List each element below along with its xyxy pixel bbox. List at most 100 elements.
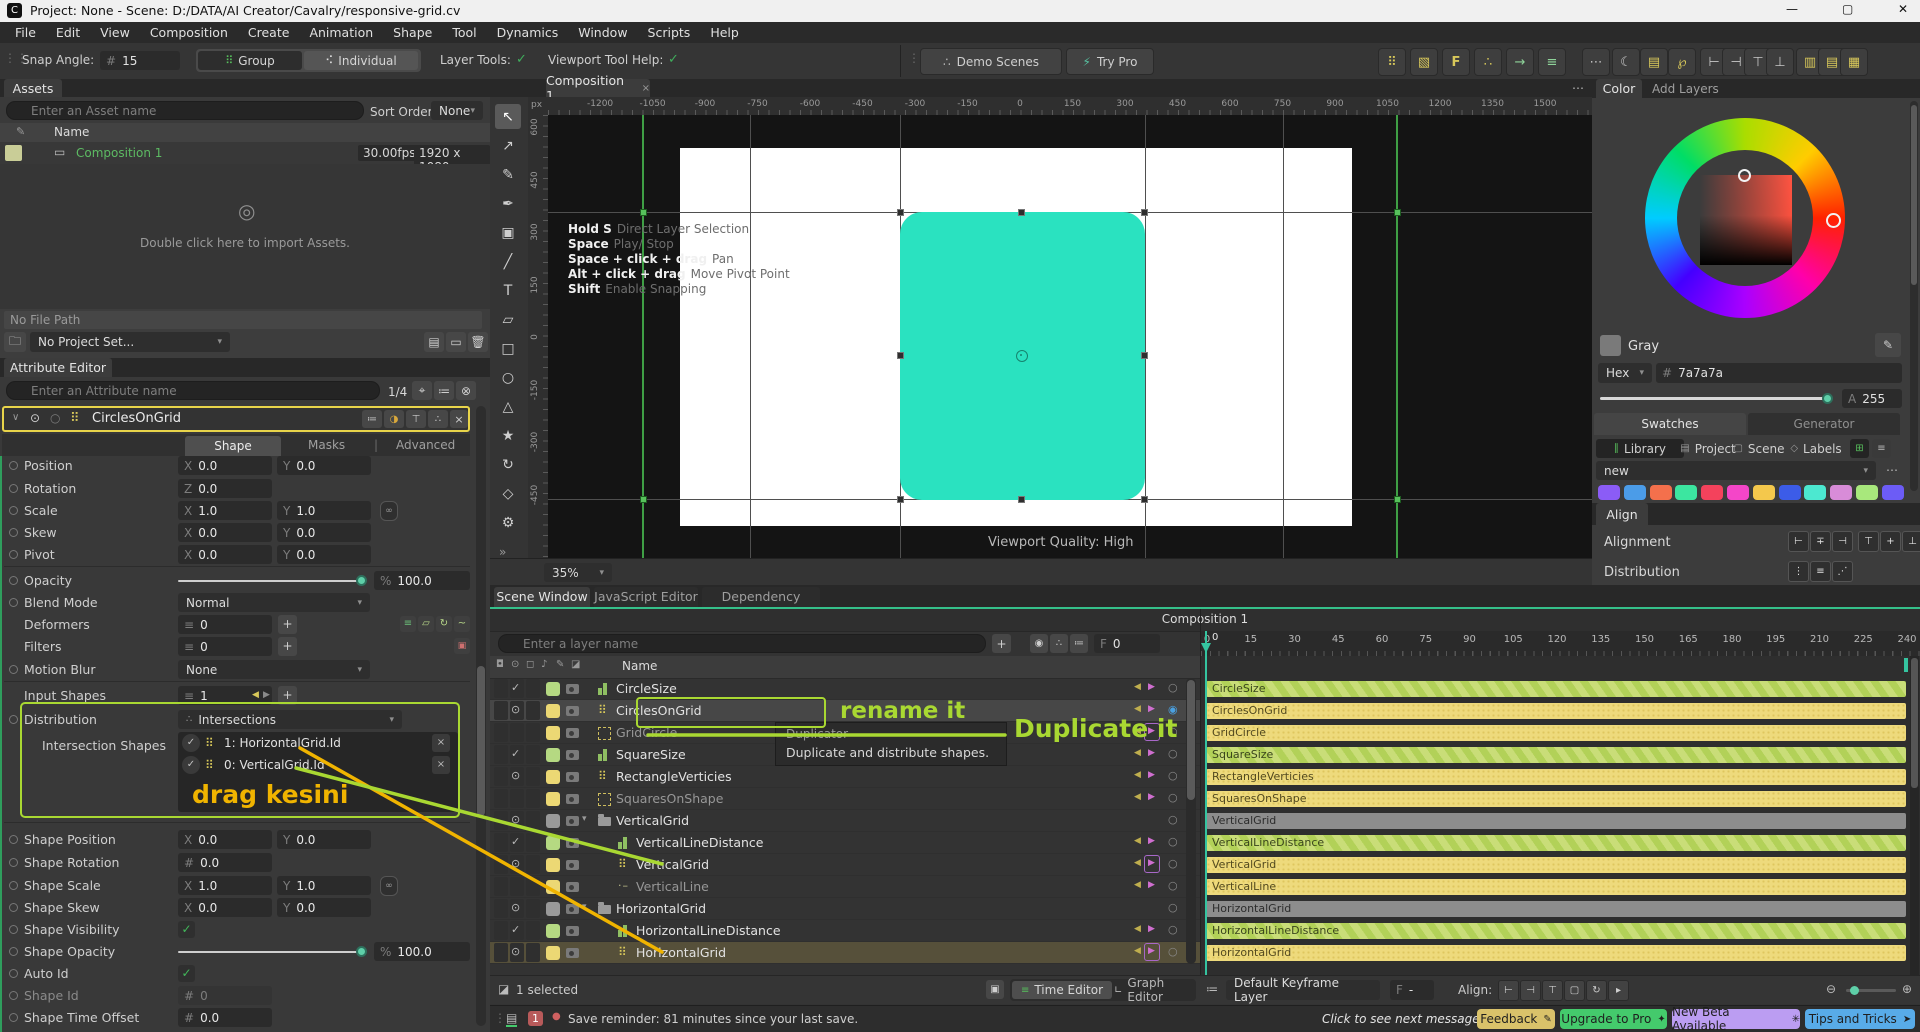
checkbox[interactable]: ✓ [178,921,195,938]
keyframe-next-icon[interactable]: ▶ [1148,704,1155,714]
color-mode-dropdown[interactable]: Hex ▾ [1598,363,1652,383]
align-button[interactable]: ⊥ [1902,531,1920,552]
keyframe-align-button[interactable]: ↻ [1586,980,1607,1001]
pivot-field-X[interactable]: X 0.0 [178,545,272,564]
deformer-mini-icon[interactable]: ▱ [418,616,434,632]
slider-track[interactable] [178,951,364,953]
layer-camera-toggle[interactable] [566,750,579,760]
align-button[interactable]: ⊤ [1858,531,1879,552]
layer-toggle-cell[interactable] [526,723,540,742]
keyframe-toggle[interactable] [9,991,18,1000]
menu-item-tool[interactable]: Tool [443,23,485,42]
layer-toggle-cell[interactable] [526,679,540,698]
keyframe-toggle[interactable] [9,550,18,559]
keyframe-layer-dropdown[interactable]: Default Keyframe Layer [1226,976,1380,1004]
timeline-zoom-out-icon[interactable]: ⊖ [1826,982,1836,996]
layer-toggle-cell[interactable] [526,811,540,830]
motion-path-icon[interactable]: → [1506,48,1534,76]
frame-f-icon[interactable]: F [1442,48,1470,76]
palette-swatch[interactable] [1598,485,1620,500]
maximize-button[interactable]: ▢ [1842,2,1853,16]
tab-close-icon[interactable]: × [642,83,650,94]
enabled-check-icon[interactable]: ✓ [511,747,520,760]
viewport-tool-help-checkbox[interactable]: ✓ [668,52,679,67]
alpha-input[interactable]: A 255 [1842,389,1902,408]
timeline-bar[interactable]: SquaresOnShape [1206,791,1906,807]
keyframe-prev-icon[interactable]: ◀ [1134,682,1141,692]
timeline-ruler[interactable]: 0 15 30 45 60 75 90 105 120 135 150 165 180 195 210 225… [1201,631,1920,657]
picker-filter-button[interactable]: ◉ [1030,634,1048,653]
library-tab-scene[interactable]: ▢ Scene [1732,439,1786,458]
keyframe-toggle[interactable] [9,925,18,934]
attr-scrollbar-thumb[interactable] [477,666,485,816]
align-bottom-icon[interactable]: ⊥ [1766,48,1794,76]
grid-dots-icon[interactable]: ⠿ [1378,48,1406,76]
keyframe-toggle[interactable] [9,506,18,515]
layer-row[interactable]: ✓ HorizontalLineDistance ◀ ▶ ○ [490,920,1200,942]
scale-field-X[interactable]: X 1.0 [178,501,272,520]
toolbar-drag-handle-2[interactable]: ⋮ [908,51,920,65]
alpha-slider-knob[interactable] [1822,393,1833,404]
camera-tool[interactable]: ▣ [495,220,521,245]
star-tool[interactable]: ★ [495,423,521,448]
shape-position-field-X[interactable]: X 0.0 [178,830,272,849]
hex-input[interactable]: # 7a7a7a [1656,363,1902,383]
keyframe-prev-icon[interactable]: ◀ [1134,748,1141,758]
keyframe-prev-icon[interactable]: ◀ [1134,836,1141,846]
asset-name[interactable]: Composition 1 [76,146,162,160]
layer-row[interactable]: ⊙ ⠿ HorizontalGrid ◀ ▶ ○ [490,942,1200,964]
layer-toggle-cell[interactable] [510,723,524,742]
solo-icon[interactable]: ○ [1168,835,1178,848]
close-button[interactable]: ✕ [1898,2,1908,16]
swatches-tab[interactable]: Swatches [1594,413,1746,435]
menu-item-help[interactable]: Help [701,23,748,42]
layer-toggle-cell[interactable] [494,855,508,874]
layer-toggle-cell[interactable] [494,877,508,896]
keyframe-toggle[interactable] [9,835,18,844]
layer-camera-toggle[interactable] [566,794,579,804]
solo-icon[interactable]: ○ [1168,813,1178,826]
layer-name[interactable]: VerticalLine [636,879,709,894]
visible-eye-icon[interactable]: ⊙ [511,945,520,958]
audio-icon[interactable]: ♪ [541,659,547,670]
timeline-bar[interactable]: HorizontalLineDistance [1206,923,1906,939]
select-tool[interactable]: ↖ [495,104,521,129]
timeline-bar[interactable]: VerticalGrid [1206,813,1906,829]
timeline-bar[interactable]: VerticalGrid [1206,857,1906,873]
shape-position-field-Y[interactable]: Y 0.0 [277,830,371,849]
layer-toggle-cell[interactable] [526,899,540,918]
palette-swatch[interactable] [1804,485,1827,500]
slider-track[interactable] [178,580,364,582]
pivot-field-Y[interactable]: Y 0.0 [277,545,371,564]
blend-mode-dropdown[interactable]: Normal ▾ [178,593,370,612]
scatter-icon[interactable]: ∴ [1474,48,1502,76]
direct-select-tool[interactable]: ↗ [495,133,521,158]
layer-toggle-cell[interactable] [494,833,508,852]
percent-field[interactable]: % 100.0 [374,571,470,590]
tab-color[interactable]: Color [1596,79,1642,98]
add-button[interactable]: + [278,615,297,634]
keyframe-align-button[interactable]: ⊢ [1498,980,1519,1001]
layer-search-input[interactable] [498,634,986,653]
keyframe-next-icon[interactable]: ▶ [1148,836,1155,846]
palette-swatch[interactable] [1701,485,1724,500]
layer-color-swatch[interactable] [546,814,560,828]
lock-icon[interactable]: ◘ [496,659,504,670]
visibility-icon[interactable]: ⊙ [511,659,519,670]
layer-toggle-cell[interactable] [526,943,540,962]
eyedropper-tool[interactable]: ✎ [495,162,521,187]
position-field-Y[interactable]: Y 0.0 [277,456,371,475]
layer-name[interactable]: HorizontalLineDistance [636,923,781,938]
project-dropdown[interactable]: No Project Set... ▾ [30,332,230,352]
visible-eye-icon[interactable]: ⊙ [511,857,520,870]
layer-name[interactable]: CircleSize [616,681,677,696]
project-folder-button[interactable]: 🗀 [4,332,26,352]
pin-button[interactable]: ⊤ [406,410,426,428]
timeline-scrollbar-thumb[interactable] [1911,658,1918,788]
tab-attribute-editor[interactable]: Attribute Editor [4,358,112,377]
attr-layer-header[interactable]: ∨ ⊙ ○ ⠿ CirclesOnGrid ≔ ◑ ⊤ ∴ × [2,406,470,432]
solo-icon[interactable]: ○ [1168,923,1178,936]
clear-search-button[interactable]: ⊗ [456,381,476,400]
layer-toggle-cell[interactable] [526,833,540,852]
color-panel-scrollbar-thumb[interactable] [1911,105,1917,285]
